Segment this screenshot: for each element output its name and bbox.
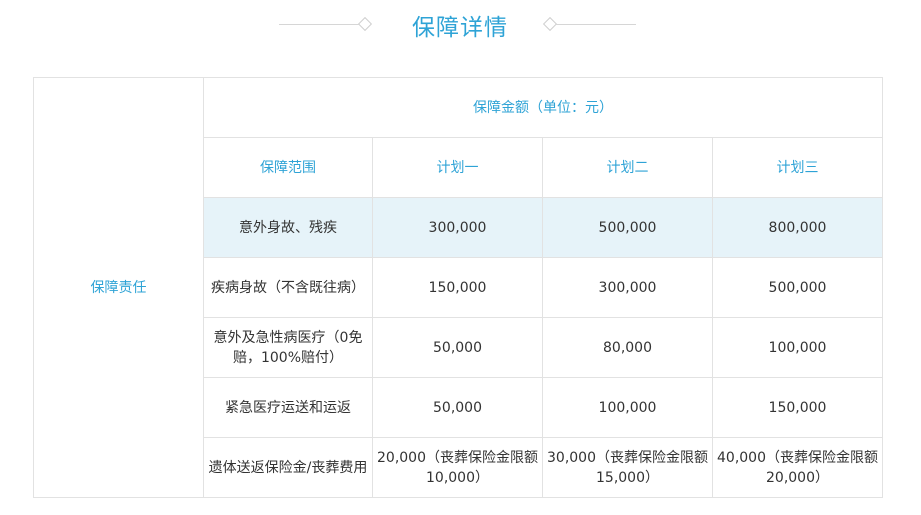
plan-header-3: 计划三: [712, 137, 883, 198]
amount-cell: 40,000（丧葬保险金限额20,000）: [712, 437, 883, 498]
amount-cell: 800,000: [712, 197, 883, 258]
scope-header: 保障范围: [203, 137, 373, 198]
coverage-item: 遗体送返保险金/丧葬费用: [203, 437, 373, 498]
coverage-item: 紧急医疗运送和运返: [203, 377, 373, 438]
amount-cell: 500,000: [542, 197, 713, 258]
row-header-coverage-liability: 保障责任: [33, 77, 204, 498]
coverage-item: 意外及急性病医疗（0免赔，100%赔付）: [203, 317, 373, 378]
section-header: 保障详情: [0, 0, 921, 52]
amount-cell: 100,000: [542, 377, 713, 438]
amount-cell: 500,000: [712, 257, 883, 318]
amount-cell: 300,000: [372, 197, 543, 258]
diamond-ornament-right: [542, 16, 558, 32]
amount-cell: 300,000: [542, 257, 713, 318]
coverage-item: 疾病身故（不含既往病）: [203, 257, 373, 318]
coverage-table-container: 保障责任 保障金额（单位：元） 保障范围 计划一 计划二 计划三 意外身故、残疾…: [33, 77, 883, 498]
plan-header-2: 计划二: [542, 137, 713, 198]
amount-header: 保障金额（单位：元）: [203, 77, 883, 138]
amount-cell: 150,000: [712, 377, 883, 438]
title-divider-right: [556, 24, 636, 25]
plan-header-1: 计划一: [372, 137, 543, 198]
amount-cell: 50,000: [372, 377, 543, 438]
amount-cell: 150,000: [372, 257, 543, 318]
title-divider-left: [279, 24, 359, 25]
amount-cell: 50,000: [372, 317, 543, 378]
amount-cell: 100,000: [712, 317, 883, 378]
diamond-ornament-left: [357, 16, 373, 32]
coverage-table: 保障责任 保障金额（单位：元） 保障范围 计划一 计划二 计划三 意外身故、残疾…: [33, 77, 883, 498]
amount-cell: 80,000: [542, 317, 713, 378]
amount-cell: 20,000（丧葬保险金限额10,000）: [372, 437, 543, 498]
amount-cell: 30,000（丧葬保险金限额15,000）: [542, 437, 713, 498]
page-title: 保障详情: [412, 15, 508, 41]
coverage-item: 意外身故、残疾: [203, 197, 373, 258]
